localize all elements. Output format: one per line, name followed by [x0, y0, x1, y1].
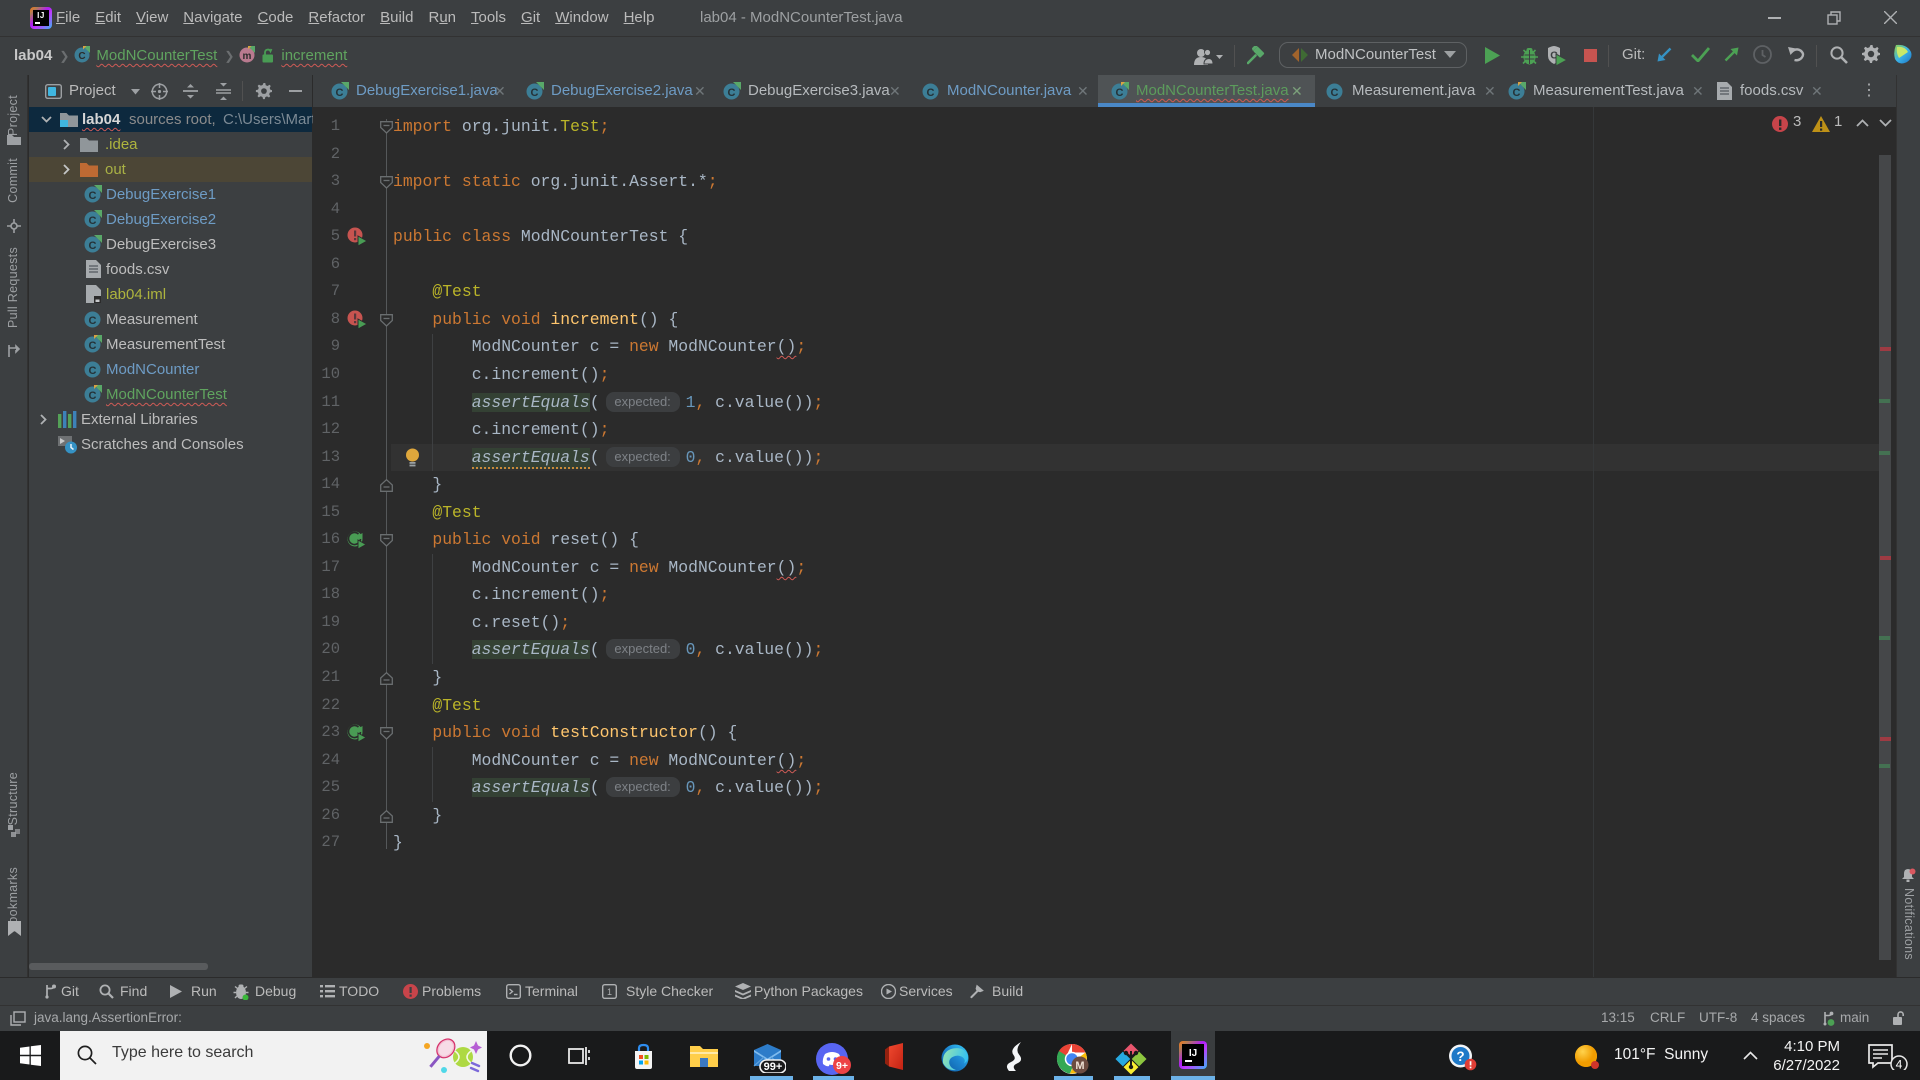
svg-text:C: C [728, 87, 736, 99]
svg-text:C: C [89, 240, 97, 252]
svg-text:C: C [1513, 87, 1521, 99]
svg-text:C: C [336, 87, 344, 99]
svg-text:C: C [89, 365, 97, 377]
svg-text:C: C [531, 87, 539, 99]
svg-text:C: C [89, 390, 97, 402]
svg-text:9+: 9+ [836, 1060, 848, 1072]
svg-text:C: C [89, 215, 97, 227]
svg-text:M: M [1075, 1060, 1084, 1072]
svg-text:?: ? [1456, 1049, 1464, 1064]
svg-text:C: C [1116, 87, 1124, 99]
svg-text:C: C [89, 190, 97, 202]
svg-text:m: m [243, 51, 252, 62]
svg-text:C: C [79, 51, 86, 62]
svg-text:C: C [1331, 87, 1339, 99]
svg-text:C: C [89, 340, 97, 352]
svg-text:C: C [89, 315, 97, 327]
svg-text:C: C [927, 87, 935, 99]
svg-text:99+: 99+ [764, 1061, 783, 1073]
svg-text:1: 1 [607, 987, 612, 997]
svg-text:4: 4 [1896, 1058, 1903, 1071]
